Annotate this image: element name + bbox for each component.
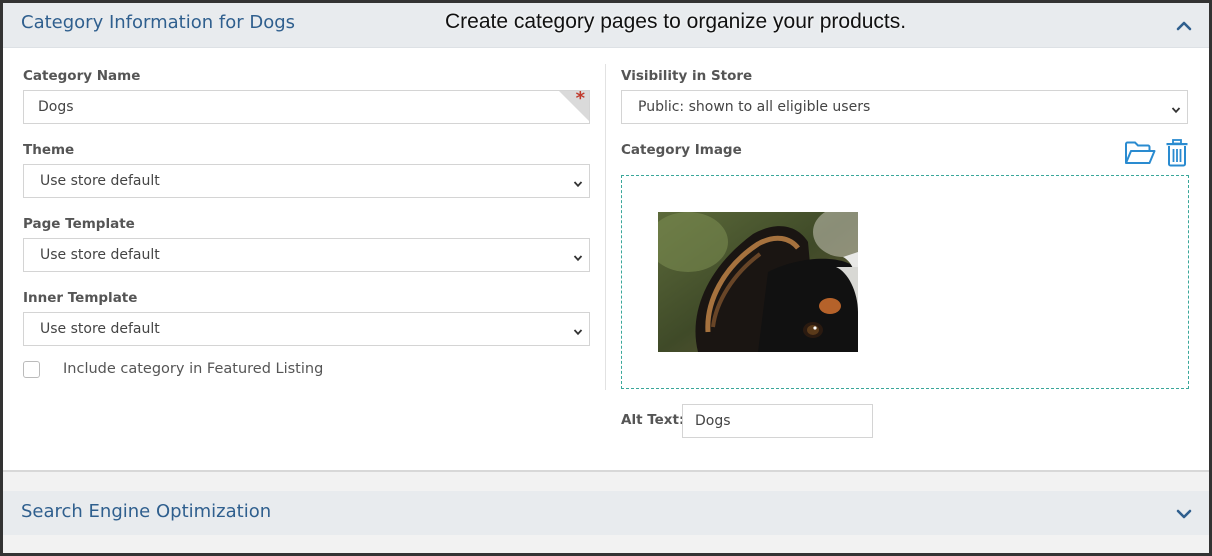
- bottom-strip: [3, 535, 1209, 553]
- theme-select[interactable]: Use store default: [23, 164, 590, 198]
- category-panel-title: Category Information for Dogs: [21, 12, 296, 33]
- page-caption: Create category pages to organize your p…: [445, 10, 907, 33]
- page-template-label: Page Template: [23, 216, 135, 232]
- inner-template-select[interactable]: Use store default: [23, 312, 590, 346]
- chevron-down-icon: [573, 251, 583, 262]
- visibility-select-value: Public: shown to all eligible users: [638, 99, 871, 115]
- visibility-label: Visibility in Store: [621, 68, 753, 84]
- chevron-down-icon: [573, 177, 583, 188]
- seo-panel-header[interactable]: Search Engine Optimization: [3, 491, 1209, 535]
- theme-label: Theme: [23, 142, 75, 158]
- chevron-up-icon[interactable]: [1173, 15, 1195, 37]
- page-template-select[interactable]: Use store default: [23, 238, 590, 272]
- inner-template-select-value: Use store default: [40, 321, 160, 337]
- trash-icon[interactable]: [1165, 139, 1189, 167]
- page-template-select-value: Use store default: [40, 247, 160, 263]
- alt-text-label: Alt Text:: [621, 412, 685, 428]
- category-panel-header[interactable]: Category Information for Dogs Create cat…: [3, 3, 1209, 48]
- folder-open-icon[interactable]: [1124, 139, 1156, 167]
- visibility-select[interactable]: Public: shown to all eligible users: [621, 90, 1188, 124]
- category-image-dropzone[interactable]: [621, 175, 1189, 389]
- chevron-down-icon[interactable]: [1173, 503, 1195, 525]
- chevron-down-icon: [573, 325, 583, 336]
- category-name-label: Category Name: [23, 68, 141, 84]
- seo-panel-title: Search Engine Optimization: [21, 501, 272, 522]
- alt-text-value: Dogs: [695, 413, 731, 429]
- category-name-input[interactable]: Dogs *: [23, 88, 590, 124]
- featured-listing-label: Include category in Featured Listing: [63, 361, 324, 377]
- chevron-down-icon: [1171, 103, 1181, 114]
- alt-text-input[interactable]: Dogs: [682, 404, 873, 438]
- inner-template-label: Inner Template: [23, 290, 138, 306]
- required-marker: *: [575, 88, 585, 109]
- category-editor-frame: Category Information for Dogs Create cat…: [0, 0, 1212, 556]
- category-image-preview[interactable]: [658, 212, 858, 352]
- theme-select-value: Use store default: [40, 173, 160, 189]
- panel-separator: [3, 470, 1209, 472]
- featured-listing-checkbox[interactable]: [23, 361, 40, 378]
- column-divider: [605, 64, 606, 390]
- category-panel-body: Category Name Dogs * Theme Use store def…: [3, 48, 1209, 470]
- category-image-label: Category Image: [621, 142, 742, 158]
- category-name-value: Dogs: [38, 99, 74, 115]
